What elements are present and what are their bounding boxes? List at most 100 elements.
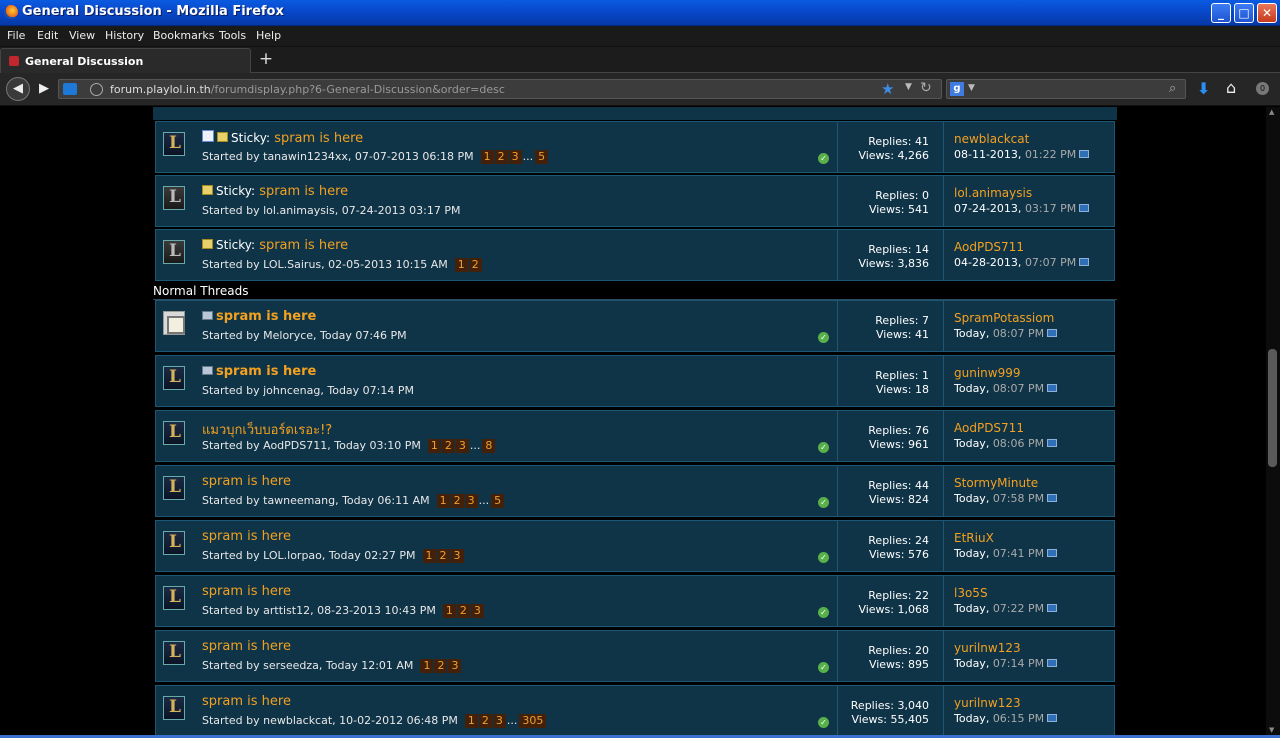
thread-title-link[interactable]: spram is here [216, 309, 316, 324]
last-post-date: Today, 08:07 PM [954, 327, 1058, 340]
last-poster-link[interactable]: l3o5S [954, 586, 988, 600]
url-path: /forumdisplay.php?6-General-Discussion&o… [210, 83, 505, 96]
page-link[interactable]: 1 [420, 659, 434, 673]
site-identity-icon[interactable] [63, 83, 77, 95]
last-poster-link[interactable]: StormyMinute [954, 476, 1038, 490]
go-to-last-post-icon[interactable] [1079, 258, 1090, 266]
go-to-last-post-icon[interactable] [1047, 714, 1058, 722]
menu-history[interactable]: History [105, 29, 144, 42]
last-poster-link[interactable]: newblackcat [954, 132, 1029, 146]
menu-help[interactable]: Help [256, 29, 281, 42]
thread-title-link[interactable]: spram is here [202, 474, 291, 489]
menu-bookmarks[interactable]: Bookmarks [153, 29, 214, 42]
thread-row: spram is here Started by arttist12, 08-23… [155, 575, 1115, 627]
last-poster-link[interactable]: guninw999 [954, 366, 1021, 380]
scrollbar-thumb[interactable] [1268, 349, 1277, 467]
search-icon[interactable]: ⌕ [1169, 81, 1176, 96]
last-poster-link[interactable]: EtRiuX [954, 531, 994, 545]
go-to-last-post-icon[interactable] [1047, 659, 1058, 667]
last-poster-link[interactable]: yurilnw123 [954, 641, 1021, 655]
page-link[interactable]: 1 [480, 150, 494, 164]
go-to-last-post-icon[interactable] [1047, 384, 1058, 392]
go-to-last-post-icon[interactable] [1047, 494, 1058, 502]
replies-label: Replies: [868, 534, 912, 547]
go-to-last-post-icon[interactable] [1079, 150, 1090, 158]
page-link[interactable]: 2 [436, 549, 450, 563]
page-link[interactable]: 3 [470, 604, 484, 618]
url-text[interactable]: forum.playlol.in.th/forumdisplay.php?6-G… [110, 83, 505, 96]
thread-title-line: spram is here [202, 694, 291, 709]
addon-icon[interactable]: 0 [1256, 82, 1269, 95]
thread-info: spram is here Started by serseedza, Today… [156, 631, 838, 681]
page-link[interactable]: 2 [494, 150, 508, 164]
bookmark-star-icon[interactable]: ★ [881, 80, 894, 98]
tab-general-discussion[interactable]: General Discussion [0, 48, 251, 73]
go-to-last-post-icon[interactable] [1047, 439, 1058, 447]
minimize-button[interactable]: _ [1211, 3, 1231, 23]
last-poster-link[interactable]: SpramPotassiom [954, 311, 1054, 325]
page-link[interactable]: 2 [456, 604, 470, 618]
scroll-down-icon[interactable]: ▼ [1269, 726, 1274, 734]
home-icon[interactable]: ⌂ [1226, 78, 1236, 97]
vertical-scrollbar[interactable]: ▲ ▼ [1266, 107, 1280, 738]
download-icon[interactable]: ⬇ [1197, 79, 1210, 98]
reload-icon[interactable]: ↻ [920, 80, 932, 96]
page-link[interactable]: 2 [468, 258, 482, 272]
thread-title-link[interactable]: แมวบุกเว็บบอร์ดเรอะ!? [202, 423, 332, 438]
menu-edit[interactable]: Edit [37, 29, 58, 42]
go-to-last-post-icon[interactable] [1047, 549, 1058, 557]
new-tab-button[interactable]: + [256, 50, 276, 70]
engine-dropdown-icon[interactable]: ▼ [968, 83, 975, 93]
page-link[interactable]: 2 [434, 659, 448, 673]
last-poster-link[interactable]: AodPDS711 [954, 240, 1024, 254]
maximize-button[interactable]: □ [1234, 3, 1254, 23]
last-poster-link[interactable]: yurilnw123 [954, 696, 1021, 710]
last-poster-link[interactable]: lol.animaysis [954, 186, 1032, 200]
close-button[interactable]: ✕ [1257, 3, 1277, 23]
go-to-last-post-icon[interactable] [1047, 329, 1058, 337]
page-link[interactable]: 1 [454, 258, 468, 272]
google-engine-icon[interactable]: g [950, 82, 964, 96]
url-dropdown-icon[interactable]: ▼ [905, 82, 912, 92]
page-link[interactable]: 1 [464, 714, 478, 728]
page-link[interactable]: 3 [492, 714, 506, 728]
thread-title-link[interactable]: spram is here [202, 639, 291, 654]
page-link[interactable]: 1 [427, 439, 441, 453]
url-bar[interactable]: forum.playlol.in.th/forumdisplay.php?6-G… [58, 79, 942, 99]
thread-title-link[interactable]: spram is here [216, 364, 316, 379]
page-link[interactable]: 2 [441, 439, 455, 453]
page-link[interactable]: 2 [478, 714, 492, 728]
page-link[interactable]: 2 [450, 494, 464, 508]
last-page-link[interactable]: 305 [519, 714, 547, 728]
thread-title-link[interactable]: spram is here [274, 131, 363, 146]
thread-title-link[interactable]: spram is here [259, 238, 348, 253]
menu-view[interactable]: View [69, 29, 95, 42]
search-bar[interactable]: g ▼ ⌕ [946, 79, 1186, 99]
thread-title-link[interactable]: spram is here [202, 584, 291, 599]
thread-title-link[interactable]: spram is here [202, 529, 291, 544]
page-link[interactable]: 1 [442, 604, 456, 618]
page-link[interactable]: 3 [508, 150, 522, 164]
forward-button[interactable]: ▶ [34, 79, 54, 99]
menu-tools[interactable]: Tools [219, 29, 246, 42]
menu-file[interactable]: File [7, 29, 25, 42]
last-page-link[interactable]: 8 [482, 439, 496, 453]
thread-title-link[interactable]: spram is here [202, 694, 291, 709]
last-page-link[interactable]: 5 [535, 150, 549, 164]
thread-title-link[interactable]: spram is here [259, 184, 348, 199]
views-label: Views: [868, 493, 905, 506]
back-button[interactable]: ◀ [6, 77, 30, 101]
page-link[interactable]: 3 [448, 659, 462, 673]
last-page-link[interactable]: 5 [491, 494, 505, 508]
page-link[interactable]: 3 [464, 494, 478, 508]
page-link[interactable]: 3 [455, 439, 469, 453]
page-link[interactable]: 1 [422, 549, 436, 563]
last-poster-link[interactable]: AodPDS711 [954, 421, 1024, 435]
page-link[interactable]: 3 [450, 549, 464, 563]
page-link[interactable]: 1 [436, 494, 450, 508]
page-links: 123 [422, 549, 464, 563]
go-to-last-post-icon[interactable] [1047, 604, 1058, 612]
go-to-last-post-icon[interactable] [1079, 204, 1090, 212]
scroll-up-icon[interactable]: ▲ [1269, 108, 1274, 116]
thread-starter: Started by johncenag, Today 07:14 PM [202, 384, 414, 397]
